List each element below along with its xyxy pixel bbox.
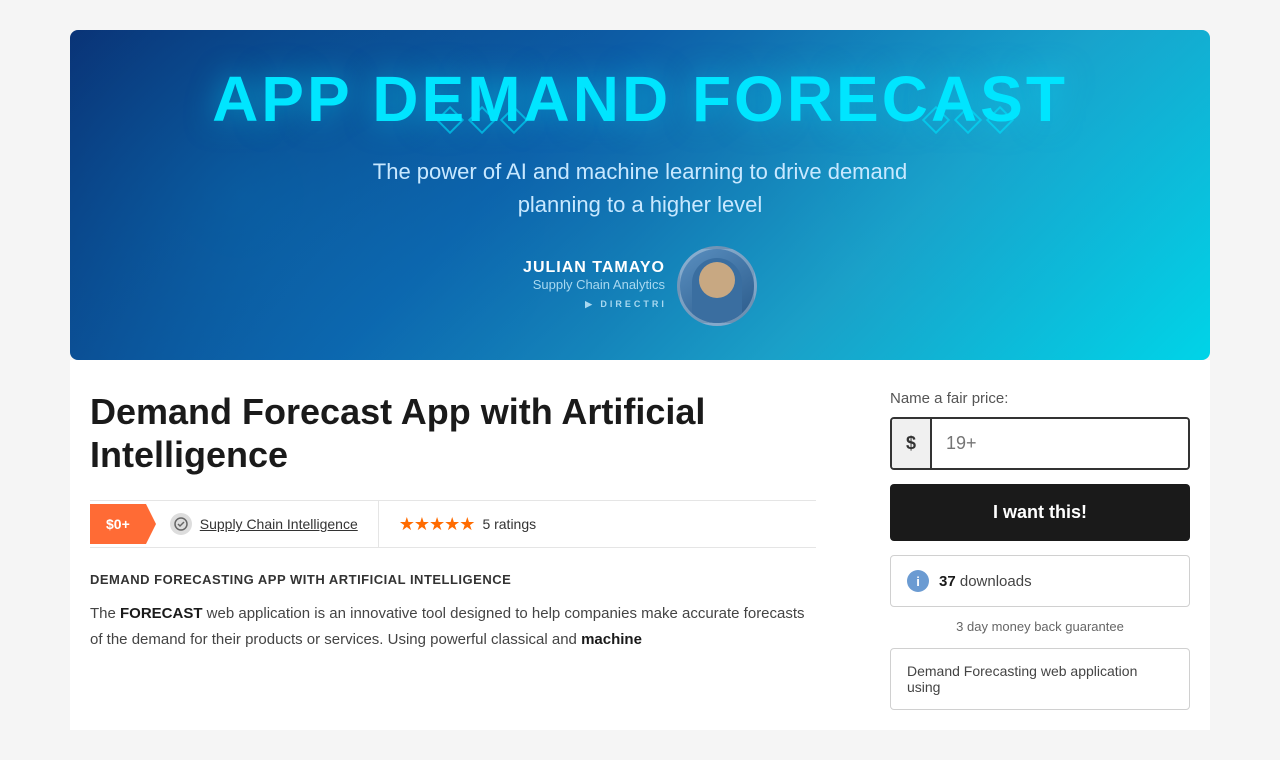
- svg-text:▶ DIRECTRIX: ▶ DIRECTRIX: [585, 299, 665, 309]
- currency-symbol: $: [892, 419, 932, 468]
- downloads-label: downloads: [960, 573, 1032, 590]
- sidebar-area: Name a fair price: $ I want this! i 37 d…: [870, 360, 1210, 730]
- hero-subtitle: The power of AI and machine learning to …: [110, 155, 1170, 221]
- page-wrapper: APP DEMAND FORECAST The power of AI and …: [0, 0, 1280, 760]
- price-tag: $0+: [90, 504, 146, 544]
- avatar: [677, 246, 757, 326]
- buy-button[interactable]: I want this!: [890, 484, 1190, 541]
- downloads-count: 37: [939, 573, 956, 590]
- ratings-section: ★★★★★ 5 ratings: [379, 502, 556, 547]
- product-title: Demand Forecast App with Artificial Inte…: [90, 390, 816, 476]
- category-label: Supply Chain Intelligence: [200, 516, 358, 532]
- hero-content: APP DEMAND FORECAST The power of AI and …: [70, 64, 1210, 325]
- avatar-figure: [692, 258, 742, 323]
- hero-logo: ▶ DIRECTRIX: [523, 296, 665, 313]
- downloads-badge: i 37 downloads: [890, 555, 1190, 607]
- content-area: Demand Forecast App with Artificial Inte…: [70, 360, 846, 672]
- info-icon: i: [907, 570, 929, 592]
- hero-author: JULIAN TAMAYO Supply Chain Analytics ▶ D…: [523, 246, 757, 326]
- feature-box: Demand Forecasting web application using: [890, 648, 1190, 710]
- hero-author-title: Supply Chain Analytics: [523, 277, 665, 292]
- meta-bar: $0+ Supply Chain Intelligence ★★★★★ 5 ra…: [90, 500, 816, 548]
- category-link[interactable]: Supply Chain Intelligence: [146, 501, 379, 547]
- price-tag-notch: [146, 504, 156, 544]
- price-label: Name a fair price:: [890, 390, 1190, 407]
- description-body: The FORECAST web application is an innov…: [90, 601, 816, 652]
- hero-title: APP DEMAND FORECAST: [110, 64, 1170, 134]
- avatar-head: [699, 262, 735, 298]
- price-tag-label: $0+: [106, 516, 130, 532]
- price-input[interactable]: [932, 419, 1190, 468]
- ratings-count: 5 ratings: [482, 516, 536, 532]
- hero-author-info: JULIAN TAMAYO Supply Chain Analytics ▶ D…: [523, 259, 665, 313]
- description-heading: DEMAND FORECASTING APP WITH ARTIFICIAL I…: [90, 572, 816, 587]
- category-icon: [170, 513, 192, 535]
- guarantee-text: 3 day money back guarantee: [890, 619, 1190, 634]
- description-section: DEMAND FORECASTING APP WITH ARTIFICIAL I…: [90, 548, 816, 652]
- main-layout: Demand Forecast App with Artificial Inte…: [70, 360, 1210, 730]
- hero-banner: APP DEMAND FORECAST The power of AI and …: [70, 30, 1210, 360]
- stars-icon: ★★★★★: [399, 514, 475, 535]
- hero-author-name: JULIAN TAMAYO: [523, 259, 665, 277]
- price-input-wrap: $: [890, 417, 1190, 470]
